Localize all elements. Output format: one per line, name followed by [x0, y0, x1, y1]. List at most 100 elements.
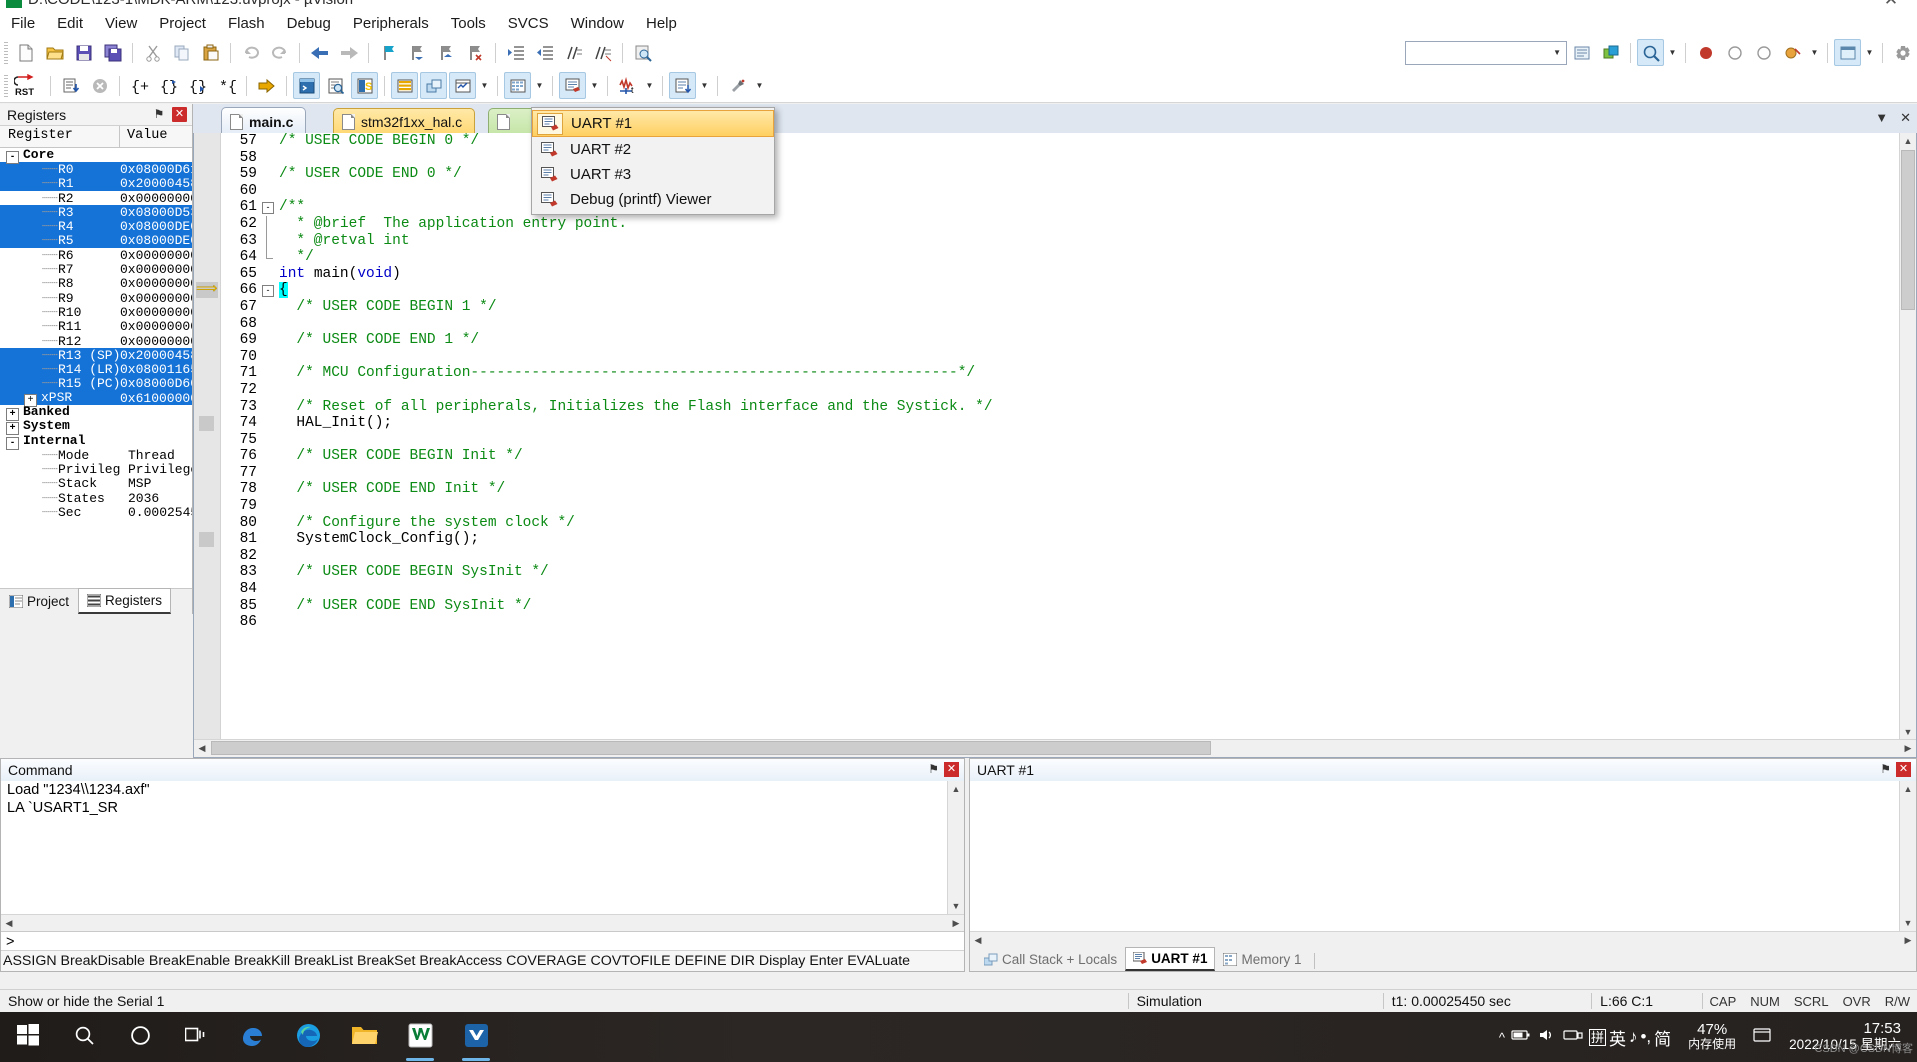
memory-window-chevron-icon[interactable]: ▼ [532, 72, 547, 99]
pin-icon[interactable]: ⚑ [928, 762, 939, 776]
bottom-tab-uart-1[interactable]: UART #1 [1125, 947, 1216, 971]
undo-icon[interactable] [237, 39, 264, 66]
menu-flash[interactable]: Flash [217, 12, 276, 35]
menu-help[interactable]: Help [635, 12, 688, 35]
zoom-dropdown-chevron-icon[interactable]: ▼ [1665, 39, 1680, 66]
editor-close-icon[interactable]: ✕ [1900, 110, 1911, 126]
toolbar-grip[interactable] [4, 74, 8, 97]
register-row[interactable]: ┈┈R2 0x00000000 [0, 191, 192, 206]
record-icon[interactable] [1692, 39, 1719, 66]
code-line[interactable]: 65 int main(void) [194, 266, 1900, 283]
code-line[interactable]: 58 [194, 150, 1900, 167]
bookmark-color-chevron-icon[interactable]: ▼ [1807, 39, 1822, 66]
code-line[interactable]: 76 /* USER CODE BEGIN Init */ [194, 448, 1900, 465]
scroll-right-arrow-icon[interactable]: ▶ [1900, 740, 1916, 757]
manage-components-icon[interactable] [1597, 39, 1624, 66]
comment-icon[interactable] [560, 39, 587, 66]
code-line[interactable]: 70 [194, 349, 1900, 366]
close-icon[interactable]: ✕ [172, 107, 187, 122]
code-line[interactable]: 67 /* USER CODE BEGIN 1 */ [194, 299, 1900, 316]
register-row[interactable]: ┈┈Mode Thread [0, 448, 192, 463]
uart-output[interactable] [970, 781, 1916, 931]
code-line[interactable]: 68 [194, 316, 1900, 333]
serial-window-chevron-icon[interactable]: ▼ [587, 72, 602, 99]
disassembly-window-icon[interactable] [322, 72, 349, 99]
code-line[interactable]: 80 /* Configure the system clock */ [194, 515, 1900, 532]
editor-tab-stm32f1xx-hal-c[interactable]: stm32f1xx_hal.c [333, 108, 476, 134]
scroll-right-arrow-icon[interactable]: ▶ [948, 915, 964, 932]
code-line[interactable]: 60 [194, 183, 1900, 200]
outdent-icon[interactable] [531, 39, 558, 66]
code-line[interactable]: 77 [194, 465, 1900, 482]
code-line[interactable]: ⟹ 66-{ [194, 282, 1900, 299]
bookmark-prev-icon[interactable] [404, 39, 431, 66]
start-button[interactable] [0, 1012, 56, 1062]
step-into-icon[interactable]: {+} [126, 72, 153, 99]
watch-window-chevron-icon[interactable]: ▼ [477, 72, 492, 99]
paste-icon[interactable] [197, 39, 224, 66]
register-row[interactable]: ┈┈R1 0x20000458 [0, 176, 192, 191]
ime-indicator[interactable]: 拼 英 ♪ •, 简 [1588, 1025, 1671, 1050]
register-row[interactable]: ┈┈R14 (LR) 0x08001165 [0, 362, 192, 377]
close-icon[interactable]: ✕ [944, 762, 959, 777]
pin-icon[interactable]: ⚑ [1880, 762, 1891, 776]
configuration-wizard-icon[interactable] [1889, 39, 1916, 66]
step-over-icon[interactable]: {} [155, 72, 182, 99]
close-icon[interactable]: ✕ [1896, 762, 1911, 777]
save-all-icon[interactable] [99, 39, 126, 66]
analysis-chevron-icon[interactable]: ▼ [642, 72, 657, 99]
register-row[interactable]: ┈┈R13 (SP) 0x20000458 [0, 348, 192, 363]
serial-menu-item[interactable]: Debug (printf) Viewer [532, 187, 774, 212]
code-line[interactable]: 86 [194, 614, 1900, 631]
run-to-cursor-icon[interactable]: *{} [213, 72, 240, 99]
bookmark-next-icon[interactable] [433, 39, 460, 66]
scroll-up-arrow-icon[interactable]: ▲ [948, 781, 964, 797]
command-horizontal-scrollbar[interactable]: ◀ ▶ [1, 914, 964, 932]
trace-windows-icon[interactable] [669, 72, 696, 99]
debug-settings-chevron-icon[interactable]: ▼ [752, 72, 767, 99]
cortana-button[interactable] [112, 1012, 168, 1062]
code-line[interactable]: 59 /* USER CODE END 0 */ [194, 166, 1900, 183]
edge-legacy-button[interactable] [224, 1012, 280, 1062]
code-line[interactable]: 81 SystemClock_Config(); [194, 531, 1900, 548]
editor-tab-list-chevron-icon[interactable]: ▼ [1875, 110, 1888, 126]
play-record-icon[interactable] [1750, 39, 1777, 66]
load-program-icon[interactable] [57, 72, 84, 99]
command-vertical-scrollbar[interactable]: ▲ ▼ [947, 781, 964, 914]
watch-window-icon[interactable] [449, 72, 476, 99]
task-view-button[interactable] [168, 1012, 224, 1062]
serial-window-icon[interactable] [559, 72, 586, 99]
code-line[interactable]: 71 /* MCU Configuration-----------------… [194, 365, 1900, 382]
code-line[interactable]: 82 [194, 548, 1900, 565]
menu-edit[interactable]: Edit [46, 12, 94, 35]
registers-tree[interactable]: - Core ┈┈R0 0x08000D61 ┈┈R1 0x20000458 ┈┈R2 0x0… [0, 148, 192, 596]
editor-vertical-scrollbar[interactable]: ▲ ▼ [1899, 133, 1916, 740]
register-row[interactable]: - Internal [0, 433, 192, 450]
scroll-right-arrow-icon[interactable]: ▶ [1900, 932, 1916, 949]
build-target-combo[interactable]: ▼ [1405, 40, 1567, 65]
scroll-left-arrow-icon[interactable]: ◀ [1, 915, 17, 932]
new-file-icon[interactable] [12, 39, 39, 66]
bookmark-toggle-icon[interactable] [375, 39, 402, 66]
menu-tools[interactable]: Tools [440, 12, 497, 35]
scroll-down-arrow-icon[interactable]: ▼ [1900, 915, 1916, 931]
code-line[interactable]: 79 [194, 498, 1900, 515]
toolbar-grip[interactable] [4, 41, 8, 64]
window-close-button[interactable]: ✕ [1879, 0, 1903, 10]
command-window-icon[interactable] [293, 72, 320, 99]
serial-menu-item[interactable]: UART #1 [532, 110, 774, 137]
code-line[interactable]: 64 */ [194, 249, 1900, 266]
symbols-window-icon[interactable]: S [351, 72, 378, 99]
command-input[interactable]: > [1, 931, 964, 952]
fold-collapse-icon[interactable]: - [262, 285, 274, 298]
stm32cubemx-button[interactable] [448, 1012, 504, 1062]
register-row[interactable]: - Core [0, 148, 192, 164]
bookmark-color-icon[interactable] [1779, 39, 1806, 66]
save-icon[interactable] [70, 39, 97, 66]
code-line[interactable]: 57 /* USER CODE BEGIN 0 */ [194, 133, 1900, 150]
menu-window[interactable]: Window [560, 12, 635, 35]
tray-volume-icon[interactable] [1537, 1027, 1557, 1047]
indent-icon[interactable] [502, 39, 529, 66]
uart-vertical-scrollbar[interactable]: ▲ ▼ [1899, 781, 1916, 931]
search-button[interactable] [56, 1012, 112, 1062]
